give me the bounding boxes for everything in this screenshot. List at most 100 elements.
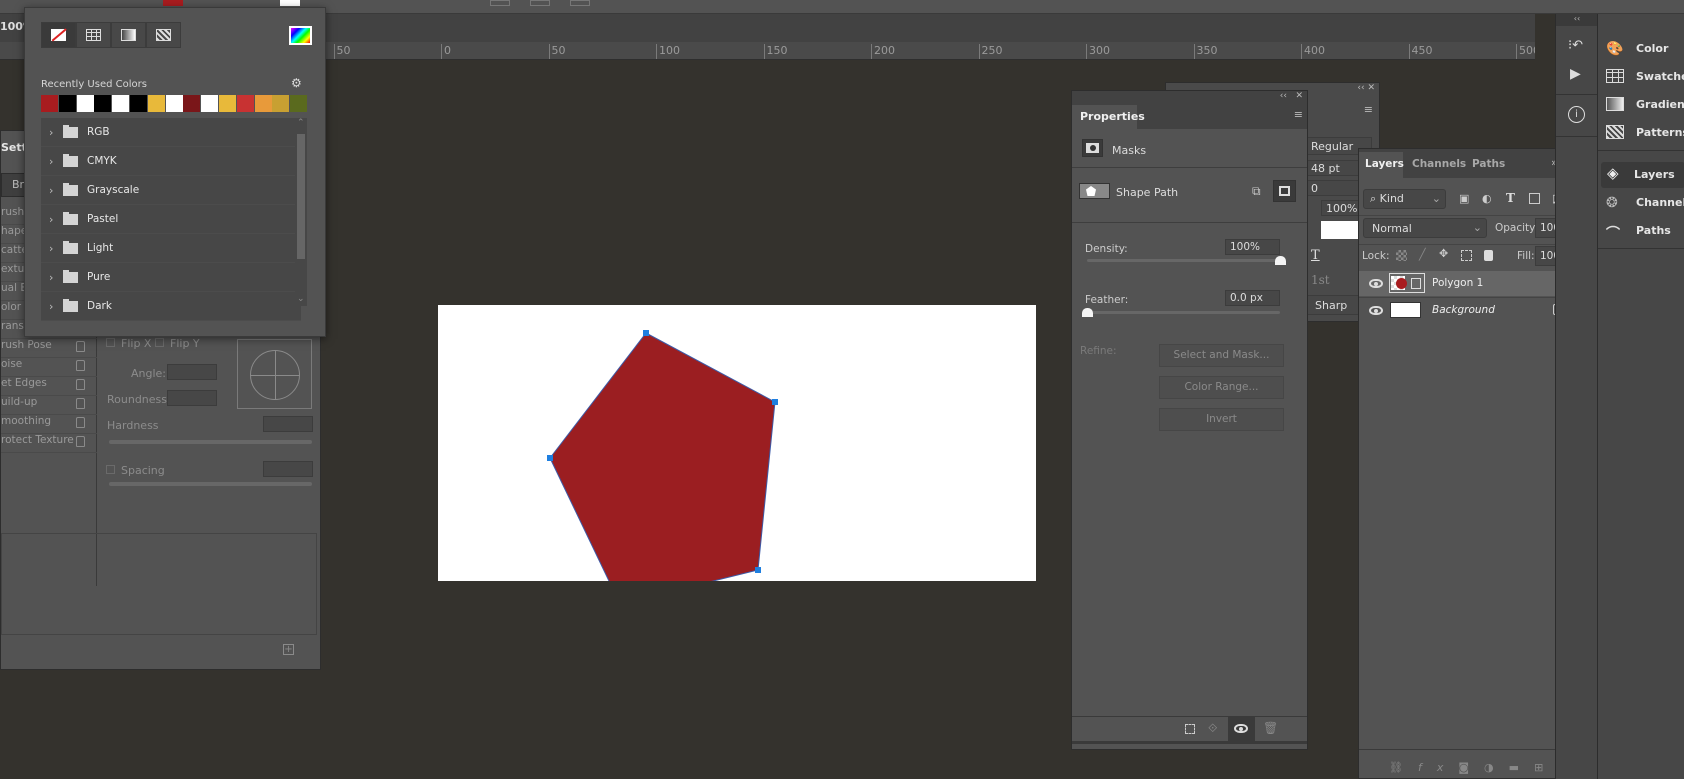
lock-icon[interactable] [76, 417, 85, 428]
collapse-icon[interactable]: ‹‹ [1556, 14, 1598, 26]
ordinal-icon[interactable]: 1st [1311, 273, 1330, 287]
lock-icon[interactable] [76, 398, 85, 409]
lock-position-icon[interactable]: ✥ [1439, 247, 1448, 260]
adjustment-icon[interactable]: ◑ [1484, 761, 1509, 774]
font-size-input[interactable]: 48 pt [1306, 160, 1366, 176]
swatch-group-pure[interactable]: › Pure [41, 263, 301, 292]
lock-icon[interactable] [76, 360, 85, 371]
feather-slider-handle[interactable] [1082, 308, 1093, 317]
pattern-button[interactable] [146, 22, 181, 48]
chevron-right-icon[interactable]: › [49, 271, 53, 284]
swatch-group-dark[interactable]: › Dark [41, 292, 301, 321]
brush-option-item[interactable]: et Edges [1, 377, 97, 396]
visibility-eye-icon[interactable] [1369, 306, 1383, 315]
angle-input[interactable] [167, 364, 217, 380]
vector-mask-button[interactable] [1273, 180, 1296, 202]
layer-name[interactable]: Background [1432, 304, 1495, 316]
density-slider[interactable] [1087, 256, 1286, 265]
recent-color-swatch[interactable] [254, 95, 272, 112]
type-filter-icon[interactable]: T [1506, 191, 1515, 205]
pixel-filter-icon[interactable]: ▣ [1459, 192, 1469, 205]
antialias-select[interactable]: Sharp [1306, 295, 1361, 315]
filter-kind-select[interactable]: ⌕ Kind ⌄ [1363, 189, 1446, 209]
dock-item-color[interactable]: 🎨 Color [1606, 38, 1684, 62]
chevron-right-icon[interactable]: › [49, 126, 53, 139]
hardness-slider[interactable] [109, 440, 312, 444]
lock-icon[interactable] [76, 436, 85, 447]
brush-option-item[interactable]: rotect Texture [1, 434, 97, 453]
brush-option-item[interactable]: uild-up [1, 396, 97, 415]
swatch-group-grayscale[interactable]: › Grayscale [41, 176, 301, 205]
collapse-icon[interactable]: ‹‹ ✕ [1357, 83, 1375, 93]
visibility-eye-icon[interactable] [1369, 279, 1383, 288]
recent-color-swatch[interactable] [41, 95, 58, 112]
dock-item-swatches[interactable]: Swatches [1606, 66, 1684, 90]
new-brush-icon[interactable]: + [283, 644, 294, 655]
spacing-input[interactable] [263, 461, 313, 477]
anchor-point[interactable] [643, 330, 649, 336]
add-mask-icon[interactable]: ◙ [1458, 761, 1484, 774]
tab-properties[interactable]: Properties [1072, 105, 1145, 129]
recent-color-swatch[interactable] [130, 95, 147, 112]
collapse-icon[interactable]: ‹‹ [1280, 91, 1287, 101]
blend-mode-select[interactable]: Normal ⌄ [1363, 218, 1487, 238]
layer-row-polygon[interactable]: Polygon 1 [1359, 271, 1579, 296]
recent-color-swatch[interactable] [236, 95, 254, 112]
brush-option-item[interactable]: rush Pose [1, 339, 97, 358]
recent-color-swatch[interactable] [183, 95, 201, 112]
delete-mask-icon[interactable]: 🗑 [1263, 721, 1278, 735]
lock-icon[interactable] [76, 379, 85, 390]
text-color-swatch[interactable] [1321, 221, 1361, 239]
color-picker-icon[interactable] [289, 26, 312, 45]
chevron-right-icon[interactable]: › [49, 242, 53, 255]
recent-color-swatch[interactable] [112, 95, 130, 112]
chevron-right-icon[interactable]: › [49, 213, 53, 226]
close-icon[interactable]: ✕ [1295, 91, 1303, 101]
brush-option-item[interactable]: oise [1, 358, 97, 377]
swatch-list-scrollbar[interactable]: ⌃ ⌄ [295, 118, 307, 306]
color-range-button[interactable]: Color Range... [1159, 376, 1284, 399]
solid-color-button[interactable] [76, 22, 111, 48]
recent-color-swatch[interactable] [76, 95, 94, 112]
path-align-icon[interactable] [530, 0, 550, 6]
scroll-thumb[interactable] [297, 134, 305, 259]
recent-color-swatch[interactable] [147, 95, 165, 112]
feather-input[interactable]: 0.0 px [1225, 290, 1280, 306]
spacing-slider[interactable] [109, 482, 312, 486]
recent-color-swatch[interactable] [272, 95, 290, 112]
gear-icon[interactable]: ⚙ [291, 76, 302, 90]
add-mask-icon[interactable]: ⧉ [1252, 184, 1268, 198]
path-ops-icon[interactable] [490, 0, 510, 6]
swatch-group-rgb[interactable]: › RGB [41, 118, 301, 147]
faux-bold-icon[interactable]: T [1311, 248, 1320, 263]
recent-color-swatch[interactable] [290, 95, 308, 112]
actions-play-icon[interactable]: ▶ [1570, 66, 1581, 82]
spacing-checkbox[interactable] [106, 465, 115, 474]
panel-menu-icon[interactable]: ≡ [1364, 103, 1373, 116]
flip-x-checkbox[interactable] [106, 338, 115, 347]
recent-color-swatch[interactable] [58, 95, 76, 112]
tab-channels[interactable]: Channels [1412, 158, 1466, 170]
chevron-right-icon[interactable]: › [49, 184, 53, 197]
toggle-mask-button[interactable] [1228, 717, 1255, 741]
swatch-group-pastel[interactable]: › Pastel [41, 205, 301, 234]
density-input[interactable]: 100% [1225, 239, 1280, 255]
swatch-group-light[interactable]: › Light [41, 234, 301, 263]
stroke-color-swatch[interactable] [280, 0, 300, 6]
fx-icon[interactable]: fx [1418, 761, 1458, 774]
flip-y-checkbox[interactable] [155, 338, 164, 347]
recent-color-swatch[interactable] [165, 95, 183, 112]
history-icon[interactable]: ⁝↶ [1568, 38, 1583, 53]
chevron-right-icon[interactable]: › [49, 155, 53, 168]
document-canvas[interactable] [438, 305, 1036, 581]
dock-item-layers[interactable]: ◈ Layers [1601, 162, 1684, 188]
polygon-shape[interactable] [549, 332, 776, 581]
brush-tip-preview[interactable] [237, 339, 312, 409]
anchor-point[interactable] [755, 567, 761, 573]
tab-paths[interactable]: Paths [1472, 158, 1505, 170]
tab-layers[interactable]: Layers [1359, 152, 1404, 178]
tracking-input[interactable]: 0 [1306, 180, 1366, 196]
lock-transparent-icon[interactable] [1396, 250, 1407, 261]
layer-name[interactable]: Polygon 1 [1432, 277, 1483, 289]
path-arrange-icon[interactable] [570, 0, 590, 6]
